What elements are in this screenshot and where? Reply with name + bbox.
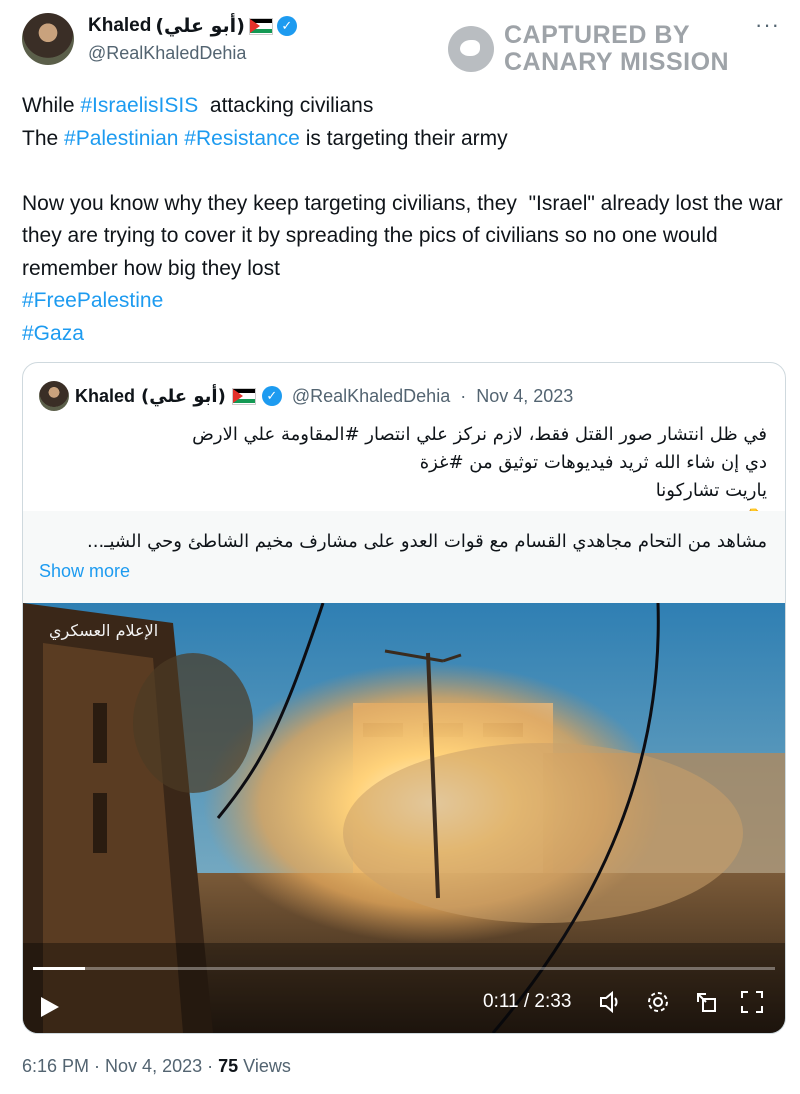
author-handle[interactable]: @RealKhaledDehia — [88, 43, 246, 64]
quoted-tweet[interactable]: Khaled (أبو علي) ✓ @RealKhaledDehia · No… — [22, 362, 786, 1034]
views-label: Views — [238, 1056, 291, 1076]
quoted-author-name: Khaled — [75, 385, 136, 406]
watermark: CAPTURED BY CANARY MISSION — [448, 22, 729, 76]
hashtag-link[interactable]: #Gaza — [22, 318, 792, 351]
quoted-line-1: في ظل انتشار صور القتل فقط، لازم نركز عل… — [192, 424, 767, 445]
tweet-text: While #IsraelisISIS attacking civilians T… — [22, 90, 792, 350]
author-name-row[interactable]: Khaled (أبو علي) ✓ — [88, 15, 297, 37]
tweet-footer: 6:16 PM · Nov 4, 2023 · 75 Views — [22, 1056, 291, 1076]
canary-logo-icon — [448, 26, 494, 72]
views-count: 75 — [218, 1056, 239, 1076]
verified-badge-icon: ✓ — [276, 16, 297, 36]
settings-gear-icon[interactable] — [645, 989, 671, 1015]
quoted-line-2: دي إن شاء الله ثريد فيديوهات توثيق من #غ… — [419, 452, 767, 473]
tweet-paragraph: Now you know why they keep targeting civ… — [22, 191, 789, 280]
video-progress-bar[interactable] — [33, 967, 775, 970]
post-time[interactable]: 6:16 PM — [22, 1056, 89, 1076]
tweet-line-1: While #IsraelisISIS attacking civilians — [22, 94, 374, 117]
watermark-line2: CANARY MISSION — [504, 48, 730, 76]
video-controls: 0:11 / 2:33 — [23, 953, 785, 1033]
quoted-card[interactable]: مشاهد من التحام مجاهدي القسام مع قوات ال… — [23, 511, 785, 603]
palestine-flag-icon — [248, 17, 273, 35]
quoted-author-name-arabic: (أبو علي) — [141, 385, 226, 407]
tweet-line-2: The #Palestinian #Resistance is targetin… — [22, 126, 508, 150]
separator: · — [460, 385, 467, 406]
author-name-arabic[interactable]: (أبو علي) — [155, 15, 245, 37]
author-name[interactable]: Khaled — [88, 15, 151, 37]
more-options-icon[interactable]: ··· — [755, 12, 780, 38]
quoted-line-3: ياريت تشاركونا — [655, 480, 767, 501]
video-overlay-logo: الإعلام العسكري — [49, 621, 159, 640]
volume-icon[interactable] — [597, 989, 623, 1015]
quoted-card-text: مشاهد من التحام مجاهدي القسام مع قوات ال… — [87, 531, 767, 552]
play-icon[interactable] — [41, 997, 59, 1017]
quoted-tweet-header: Khaled (أبو علي) ✓ @RealKhaledDehia · No… — [39, 381, 573, 411]
verified-badge-icon: ✓ — [261, 386, 282, 406]
minimize-player-icon[interactable] — [693, 989, 719, 1015]
quoted-author-avatar — [39, 381, 69, 411]
quoted-date: Nov 4, 2023 — [476, 385, 574, 406]
hashtag-link[interactable]: #IsraelisISIS — [80, 94, 198, 117]
quoted-author-handle: @RealKhaledDehia — [291, 385, 451, 406]
hashtag-link[interactable]: #FreePalestine — [22, 285, 792, 318]
video-player[interactable]: الإعلام العسكري 0:11 / 2:33 — [23, 603, 785, 1033]
fullscreen-icon[interactable] — [739, 989, 765, 1015]
author-avatar[interactable] — [22, 13, 74, 65]
hashtag-link[interactable]: #Palestinian — [64, 127, 178, 150]
video-time: 0:11 / 2:33 — [483, 991, 572, 1012]
show-more-link[interactable]: Show more — [39, 561, 130, 582]
post-date[interactable]: Nov 4, 2023 — [105, 1056, 202, 1076]
video-progress-fill — [33, 967, 85, 970]
hashtag-link[interactable]: #Resistance — [184, 127, 300, 150]
watermark-line1: CAPTURED BY — [504, 21, 691, 49]
palestine-flag-icon — [231, 387, 256, 405]
